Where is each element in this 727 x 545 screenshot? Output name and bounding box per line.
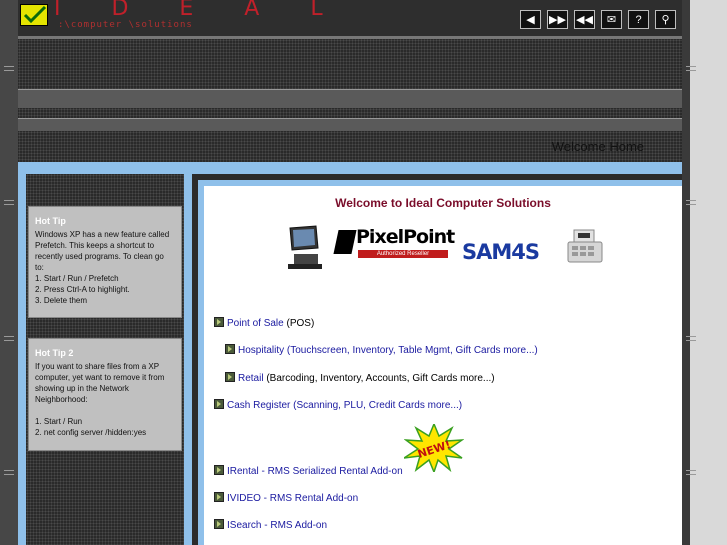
- hot-tip-panel: Hot Tip Windows XP has a new feature cal…: [28, 206, 182, 318]
- tip-line: 2. Press Ctrl-A to highlight.: [35, 285, 130, 294]
- pos-terminal-icon[interactable]: [282, 224, 322, 270]
- toolbar: ◀ ▶▶ ◀◀ ✉ ? ⚲: [520, 10, 676, 29]
- tip-line: 2. net config server /hidden:yes: [35, 428, 147, 437]
- nav-bar: [18, 89, 682, 109]
- volume-icon[interactable]: ◀: [520, 10, 541, 29]
- logo-check-icon[interactable]: [20, 4, 48, 26]
- tip-line: 1. Start / Run / Prefetch: [35, 274, 119, 283]
- arrow-bullet-icon: [214, 519, 224, 529]
- resize-grip[interactable]: [686, 336, 696, 341]
- nav-bar: [18, 118, 682, 132]
- logo-text[interactable]: I D E A L: [54, 0, 345, 21]
- link-ivideo[interactable]: IVIDEO - RMS Rental Add-on: [214, 492, 358, 504]
- link-hospitality[interactable]: Hospitality (Touchscreen, Inventory, Tab…: [225, 344, 538, 356]
- tip-line: If you want to share files from a XP: [35, 362, 160, 371]
- right-edge-strip: [682, 0, 727, 545]
- fast-forward-icon[interactable]: ▶▶: [547, 10, 568, 29]
- arrow-bullet-icon: [214, 399, 224, 409]
- partner-logos: PixelPoint Authorized Reseller SAM4S: [282, 224, 622, 272]
- sam4s-logo[interactable]: SAM4S: [462, 240, 540, 264]
- link-isearch[interactable]: ISearch - RMS Add-on: [214, 519, 327, 531]
- link-retail[interactable]: Retail (Barcoding, Inventory, Accounts, …: [225, 372, 495, 384]
- left-edge-strip: [0, 0, 18, 545]
- page-frame: I D E A L :\computer \solutions ◀ ▶▶ ◀◀ …: [18, 0, 682, 545]
- arrow-bullet-icon: [214, 317, 224, 327]
- header: I D E A L :\computer \solutions ◀ ▶▶ ◀◀ …: [18, 0, 682, 36]
- arrow-bullet-icon: [225, 372, 235, 382]
- tip-line: Prefetch. This keeps a shortcut to: [35, 241, 155, 250]
- resize-grip[interactable]: [686, 66, 696, 71]
- banner-pattern: [18, 39, 682, 89]
- resize-grip[interactable]: [4, 66, 14, 71]
- tip-line: recently used programs. To clean go: [35, 252, 164, 261]
- new-badge-icon: NEW!: [404, 424, 464, 472]
- blue-column: [18, 162, 26, 545]
- tip-line: computer, yet want to remove it from: [35, 373, 165, 382]
- hot-tip-2-title: Hot Tip 2: [35, 348, 74, 358]
- hot-tip-title: Hot Tip: [35, 216, 66, 226]
- main-content: Welcome to Ideal Computer Solutions Pixe…: [204, 186, 682, 545]
- arrow-bullet-icon: [214, 465, 224, 475]
- search-icon[interactable]: ⚲: [655, 10, 676, 29]
- cash-register-icon[interactable]: [564, 224, 608, 268]
- banner-pattern: [18, 108, 682, 118]
- arrow-bullet-icon: [214, 492, 224, 502]
- tip-line: Windows XP has a new feature called: [35, 230, 170, 239]
- link-cash-register[interactable]: Cash Register (Scanning, PLU, Credit Car…: [214, 399, 462, 411]
- blue-band: [18, 162, 682, 174]
- tip-line: showing up in the Network: [35, 384, 129, 393]
- blue-column: [184, 162, 192, 545]
- link-point-of-sale[interactable]: Point of Sale (POS): [214, 317, 314, 329]
- mail-icon[interactable]: ✉: [601, 10, 622, 29]
- pixelpoint-logo[interactable]: PixelPoint Authorized Reseller: [333, 226, 455, 258]
- resize-grip[interactable]: [686, 470, 696, 475]
- tip-line: 1. Start / Run: [35, 417, 83, 426]
- rewind-icon[interactable]: ◀◀: [574, 10, 595, 29]
- logo-tagline: :\computer \solutions: [58, 20, 193, 30]
- link-irental[interactable]: IRental - RMS Serialized Rental Add-on: [214, 465, 403, 477]
- tip-line: to:: [35, 263, 44, 272]
- tip-line: [35, 405, 175, 416]
- tip-line: Neighborhood:: [35, 395, 88, 404]
- page-title: Welcome to Ideal Computer Solutions: [335, 196, 551, 210]
- help-icon[interactable]: ?: [628, 10, 649, 29]
- resize-grip[interactable]: [686, 200, 696, 205]
- resize-grip[interactable]: [4, 470, 14, 475]
- welcome-home-label: Welcome Home: [551, 139, 644, 154]
- resize-grip[interactable]: [4, 336, 14, 341]
- resize-grip[interactable]: [4, 200, 14, 205]
- arrow-bullet-icon: [225, 344, 235, 354]
- hot-tip-2-panel: Hot Tip 2 If you want to share files fro…: [28, 338, 182, 451]
- tip-line: 3. Delete them: [35, 296, 88, 305]
